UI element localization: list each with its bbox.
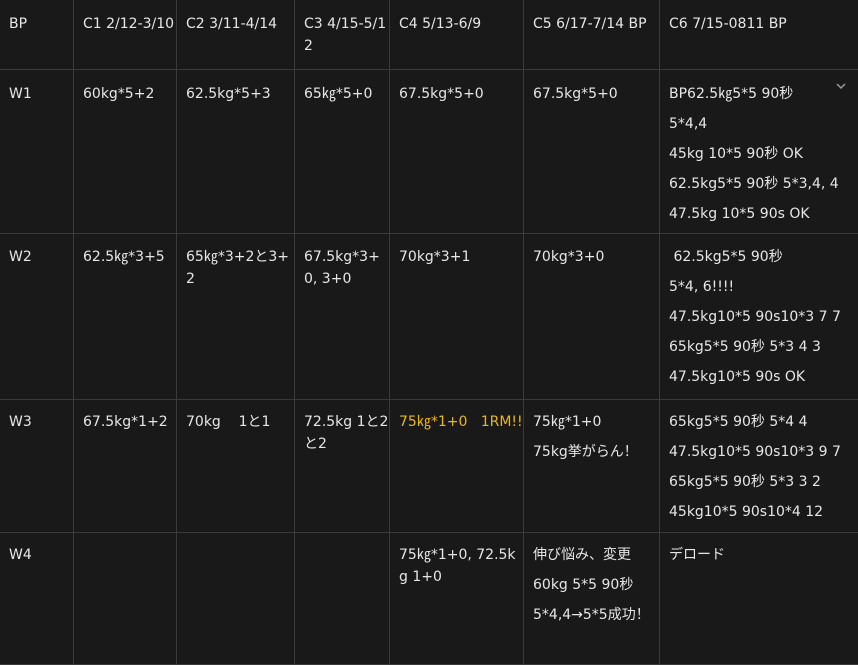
table-row-w3: W3 67.5kg*1+2 70kg 1と1 72.5kg 1と2と2 75㎏*… bbox=[0, 400, 858, 533]
cell-text: 70kg*3+1 bbox=[399, 249, 470, 265]
table-cell[interactable]: 67.5kg*5+0 bbox=[524, 70, 660, 234]
header-cell-c6[interactable]: C6 7/15-0811 BP bbox=[660, 0, 858, 70]
cell-text: 67.5kg*3+0, 3+0 bbox=[304, 249, 380, 287]
cell-text: 65㎏*5+0 bbox=[304, 86, 372, 102]
cell-line: 65kg5*5 90秒 5*4 4 bbox=[669, 411, 858, 433]
table-cell[interactable] bbox=[177, 533, 295, 665]
cell-line: 45kg10*5 90s10*4 12 bbox=[669, 501, 858, 523]
cell-text: 67.5kg*1+2 bbox=[83, 414, 168, 430]
header-cell-bp[interactable]: BP bbox=[0, 0, 74, 70]
cell-text: 72.5kg 1と2と2 bbox=[304, 414, 388, 452]
table-cell[interactable]: 75㎏*1+0 75kg挙がらん！ bbox=[524, 400, 660, 533]
table-cell[interactable]: 72.5kg 1と2と2 bbox=[295, 400, 390, 533]
header-row: BP C1 2/12-3/10 C2 3/11-4/14 C3 4/15-5/1… bbox=[0, 0, 858, 70]
table-cell[interactable] bbox=[295, 533, 390, 665]
cell-line: 5*4,4 bbox=[669, 113, 858, 135]
table-row-w2: W2 62.5㎏*3+5 65㎏*3+2と3+2 67.5kg*3+0, 3+0… bbox=[0, 234, 858, 400]
table-cell[interactable] bbox=[74, 533, 177, 665]
table-cell[interactable]: 伸び悩み、変更 60kg 5*5 90秒 5*4,4→5*5成功！ bbox=[524, 533, 660, 665]
cell-text: 62.5㎏*3+5 bbox=[83, 249, 165, 265]
chevron-down-icon[interactable] bbox=[835, 80, 847, 92]
row-label: W2 bbox=[9, 249, 32, 265]
table-cell[interactable]: 65㎏*5+0 bbox=[295, 70, 390, 234]
table-cell[interactable]: 70kg*3+0 bbox=[524, 234, 660, 400]
cell-text: 65㎏*3+2と3+2 bbox=[186, 249, 289, 287]
table-cell[interactable]: 62.5kg5*5 90秒 5*4, 6!!!! 47.5kg10*5 90s1… bbox=[660, 234, 858, 400]
cell-line: 62.5kg5*5 90秒 5*3,4, 4 bbox=[669, 173, 858, 195]
header-cell-c2[interactable]: C2 3/11-4/14 bbox=[177, 0, 295, 70]
table-cell[interactable]: 65kg5*5 90秒 5*4 4 47.5kg10*5 90s10*3 9 7… bbox=[660, 400, 858, 533]
cell-line: 伸び悩み、変更 bbox=[533, 544, 659, 566]
table-cell[interactable]: 67.5kg*5+0 bbox=[390, 70, 524, 234]
cell-line: BP62.5㎏5*5 90秒 bbox=[669, 83, 858, 105]
cell-line: 45kg 10*5 90秒 OK bbox=[669, 143, 858, 165]
header-label: BP bbox=[9, 16, 27, 32]
cell-text: デロード bbox=[669, 547, 725, 563]
header-cell-c4[interactable]: C4 5/13-6/9 bbox=[390, 0, 524, 70]
cell-text: 75㎏*1+0, 72.5kg 1+0 bbox=[399, 547, 516, 585]
header-label: C3 4/15-5/12 bbox=[304, 16, 386, 54]
table-row-w4: W4 75㎏*1+0, 72.5kg 1+0 伸び悩み、変更 60kg 5*5 … bbox=[0, 533, 858, 665]
cell-text: 70kg 1と1 bbox=[186, 414, 270, 430]
row-label-cell[interactable]: W4 bbox=[0, 533, 74, 665]
table-cell[interactable]: 60kg*5+2 bbox=[74, 70, 177, 234]
cell-line: 75㎏*1+0 bbox=[533, 411, 659, 433]
cell-line: 5*4,4→5*5成功！ bbox=[533, 604, 659, 626]
cell-line: 75kg挙がらん！ bbox=[533, 441, 659, 463]
table-cell[interactable]: 67.5kg*1+2 bbox=[74, 400, 177, 533]
cell-text: 60kg*5+2 bbox=[83, 86, 154, 102]
cell-line: 47.5kg 10*5 90s OK bbox=[669, 203, 858, 225]
table-cell[interactable]: 65㎏*3+2と3+2 bbox=[177, 234, 295, 400]
row-label-cell[interactable]: W2 bbox=[0, 234, 74, 400]
table-cell[interactable]: BP62.5㎏5*5 90秒 5*4,4 45kg 10*5 90秒 OK 62… bbox=[660, 70, 858, 234]
header-label: C2 3/11-4/14 bbox=[186, 16, 277, 32]
cell-line: 62.5kg5*5 90秒 bbox=[669, 246, 858, 268]
header-label: C5 6/17-7/14 BP bbox=[533, 16, 647, 32]
header-cell-c3[interactable]: C3 4/15-5/12 bbox=[295, 0, 390, 70]
row-label-cell[interactable]: W3 bbox=[0, 400, 74, 533]
cell-line: 47.5kg10*5 90s10*3 7 7 bbox=[669, 306, 858, 328]
cell-text: 67.5kg*5+0 bbox=[533, 86, 618, 102]
table-cell[interactable]: 67.5kg*3+0, 3+0 bbox=[295, 234, 390, 400]
table-cell[interactable]: 70kg*3+1 bbox=[390, 234, 524, 400]
header-label: C6 7/15-0811 BP bbox=[669, 16, 787, 32]
table-cell[interactable]: 75㎏*1+0 1RM!! bbox=[390, 400, 524, 533]
cell-text: 62.5kg*5+3 bbox=[186, 86, 271, 102]
table-cell[interactable]: 75㎏*1+0, 72.5kg 1+0 bbox=[390, 533, 524, 665]
cell-line: 47.5kg10*5 90s OK bbox=[669, 366, 858, 388]
table-cell[interactable]: 70kg 1と1 bbox=[177, 400, 295, 533]
cell-line: 47.5kg10*5 90s10*3 9 7 bbox=[669, 441, 858, 463]
table-cell[interactable]: デロード bbox=[660, 533, 858, 665]
header-label: C1 2/12-3/10 bbox=[83, 16, 174, 32]
row-label-cell[interactable]: W1 bbox=[0, 70, 74, 234]
cell-line: 65kg5*5 90秒 5*3 4 3 bbox=[669, 336, 858, 358]
header-label: C4 5/13-6/9 bbox=[399, 16, 481, 32]
row-label: W4 bbox=[9, 547, 32, 563]
cell-line: 65kg5*5 90秒 5*3 3 2 bbox=[669, 471, 858, 493]
header-cell-c5[interactable]: C5 6/17-7/14 BP bbox=[524, 0, 660, 70]
cell-text: 70kg*3+0 bbox=[533, 249, 604, 265]
row-label: W3 bbox=[9, 414, 32, 430]
header-cell-c1[interactable]: C1 2/12-3/10 bbox=[74, 0, 177, 70]
highlighted-cell-text: 75㎏*1+0 1RM!! bbox=[399, 414, 523, 430]
table-row-w1: W1 60kg*5+2 62.5kg*5+3 65㎏*5+0 67.5kg*5+… bbox=[0, 70, 858, 234]
table-cell[interactable]: 62.5㎏*3+5 bbox=[74, 234, 177, 400]
cell-line: 5*4, 6!!!! bbox=[669, 276, 858, 298]
table-cell[interactable]: 62.5kg*5+3 bbox=[177, 70, 295, 234]
cell-line: 60kg 5*5 90秒 bbox=[533, 574, 659, 596]
bp-training-table: BP C1 2/12-3/10 C2 3/11-4/14 C3 4/15-5/1… bbox=[0, 0, 858, 665]
cell-text: 67.5kg*5+0 bbox=[399, 86, 484, 102]
row-label: W1 bbox=[9, 86, 32, 102]
